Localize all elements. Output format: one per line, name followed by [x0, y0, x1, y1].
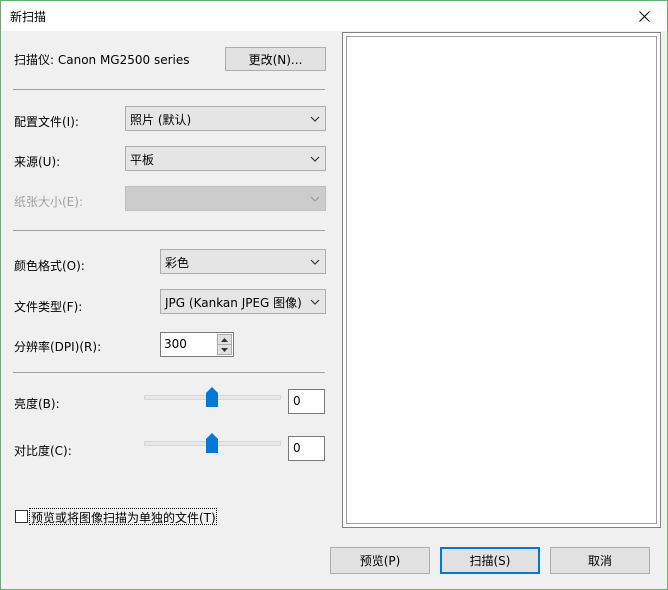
file-type-value: JPG (Kankan JPEG 图像) [165, 296, 302, 310]
preview-area [342, 32, 661, 528]
contrast-label: 对比度(C): [14, 444, 72, 458]
contrast-value: 0 [293, 441, 301, 455]
file-type-label: 文件类型(F): [14, 300, 83, 314]
separate-files-checkbox[interactable] [15, 510, 28, 523]
resolution-value: 300 [164, 337, 187, 351]
separator [13, 89, 325, 90]
cancel-button[interactable]: 取消 [550, 547, 650, 574]
brightness-input[interactable]: 0 [288, 389, 325, 414]
color-format-label: 颜色格式(O): [14, 259, 85, 273]
contrast-slider-thumb[interactable] [206, 433, 218, 453]
profile-label: 配置文件(I): [14, 115, 79, 129]
profile-select[interactable]: 照片 (默认) [125, 106, 326, 131]
chevron-down-icon [310, 156, 320, 162]
chevron-down-icon [310, 299, 320, 305]
stepper-down-button[interactable] [217, 344, 232, 355]
scanner-label: 扫描仪: Canon MG2500 series [14, 53, 190, 67]
separate-files-label[interactable]: 预览或将图像扫描为单独的文件(T) [31, 509, 216, 526]
contrast-input[interactable]: 0 [288, 436, 325, 461]
separator [13, 230, 325, 231]
change-scanner-button[interactable]: 更改(N)... [225, 47, 326, 71]
source-value: 平板 [130, 153, 155, 167]
brightness-value: 0 [293, 394, 301, 408]
paper-size-select [125, 186, 326, 211]
chevron-down-icon [310, 116, 320, 122]
chevron-down-icon [310, 259, 320, 265]
chevron-down-icon [310, 196, 320, 202]
source-label: 来源(U): [14, 155, 61, 169]
profile-value: 照片 (默认) [130, 113, 192, 127]
scan-dialog: 新扫描 扫描仪: Canon MG2500 series 更改(N)... 配置… [0, 0, 668, 590]
scan-button[interactable]: 扫描(S) [440, 547, 540, 574]
caret-down-icon [221, 347, 228, 352]
brightness-slider-thumb[interactable] [206, 387, 218, 407]
preview-button[interactable]: 预览(P) [330, 547, 430, 574]
stepper-buttons [217, 334, 232, 355]
preview-canvas [346, 36, 657, 524]
color-format-value: 彩色 [165, 256, 190, 270]
source-select[interactable]: 平板 [125, 146, 326, 171]
color-format-select[interactable]: 彩色 [160, 249, 326, 274]
window-title: 新扫描 [10, 10, 47, 24]
separator [13, 372, 325, 373]
brightness-label: 亮度(B): [14, 397, 60, 411]
file-type-select[interactable]: JPG (Kankan JPEG 图像) [160, 289, 326, 314]
caret-up-icon [221, 337, 228, 342]
resolution-label: 分辨率(DPI)(R): [14, 340, 102, 354]
paper-size-label: 纸张大小(E): [14, 195, 83, 209]
close-button[interactable] [621, 1, 667, 31]
close-icon [638, 10, 650, 22]
resolution-stepper[interactable]: 300 [160, 332, 234, 357]
title-bar: 新扫描 [1, 1, 667, 31]
